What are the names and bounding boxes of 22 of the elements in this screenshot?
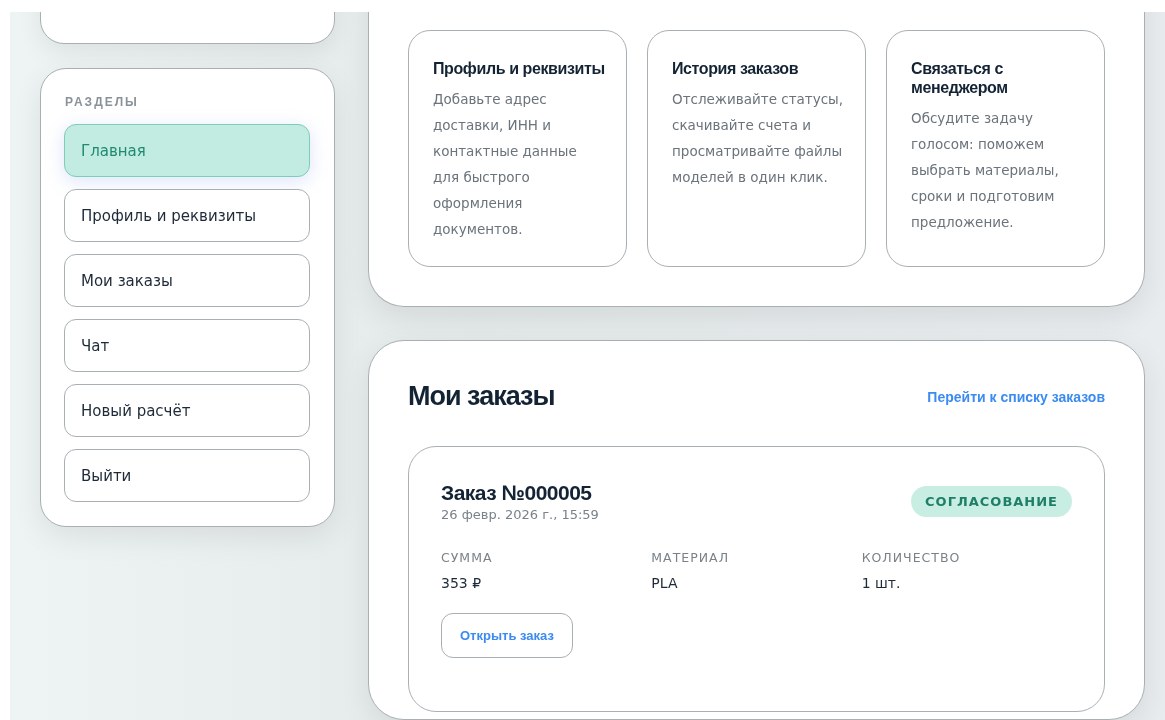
nav-item[interactable]: Чат xyxy=(64,319,310,372)
nav-item[interactable]: Выйти xyxy=(64,449,310,502)
sidebar-heading: РАЗДЕЛЫ xyxy=(65,95,140,109)
feature-title: Связаться с менеджером xyxy=(911,59,1009,97)
feature-description: Обсудите задачу голосом: поможем выбрать материалы, сроки и подготовим предложение. xyxy=(911,109,1060,232)
order-number: Заказ №000005 xyxy=(441,481,593,505)
nav-item[interactable]: Новый расчёт xyxy=(64,384,310,437)
feature-title: История заказов xyxy=(672,59,800,78)
feature-title: Профиль и реквизиты xyxy=(433,59,606,78)
feature-description: Отслеживайте статусы, скачивайте счета и просматривайте файлы моделей в один клик. xyxy=(672,90,845,187)
feature-description: Добавьте адрес доставки, ИНН и контактные данные для быстрого оформления документов. xyxy=(433,90,578,239)
field-label: МАТЕРИАЛ xyxy=(651,550,731,565)
field-value: 1 шт. xyxy=(861,575,902,591)
status-badge: СОГЛАСОВАНИЕ xyxy=(911,486,1072,517)
nav-item[interactable]: Мои заказы xyxy=(64,254,310,307)
field-value: PLA xyxy=(651,575,679,591)
field-label: СУММА xyxy=(441,550,494,565)
field-label: КОЛИЧЕСТВО xyxy=(861,550,962,565)
section-title: Мои заказы xyxy=(408,381,555,412)
order-date: 26 февр. 2026 г., 15:59 xyxy=(441,507,599,522)
nav-item[interactable]: Профиль и реквизиты xyxy=(64,189,310,242)
field-value: 353 ₽ xyxy=(441,575,483,591)
